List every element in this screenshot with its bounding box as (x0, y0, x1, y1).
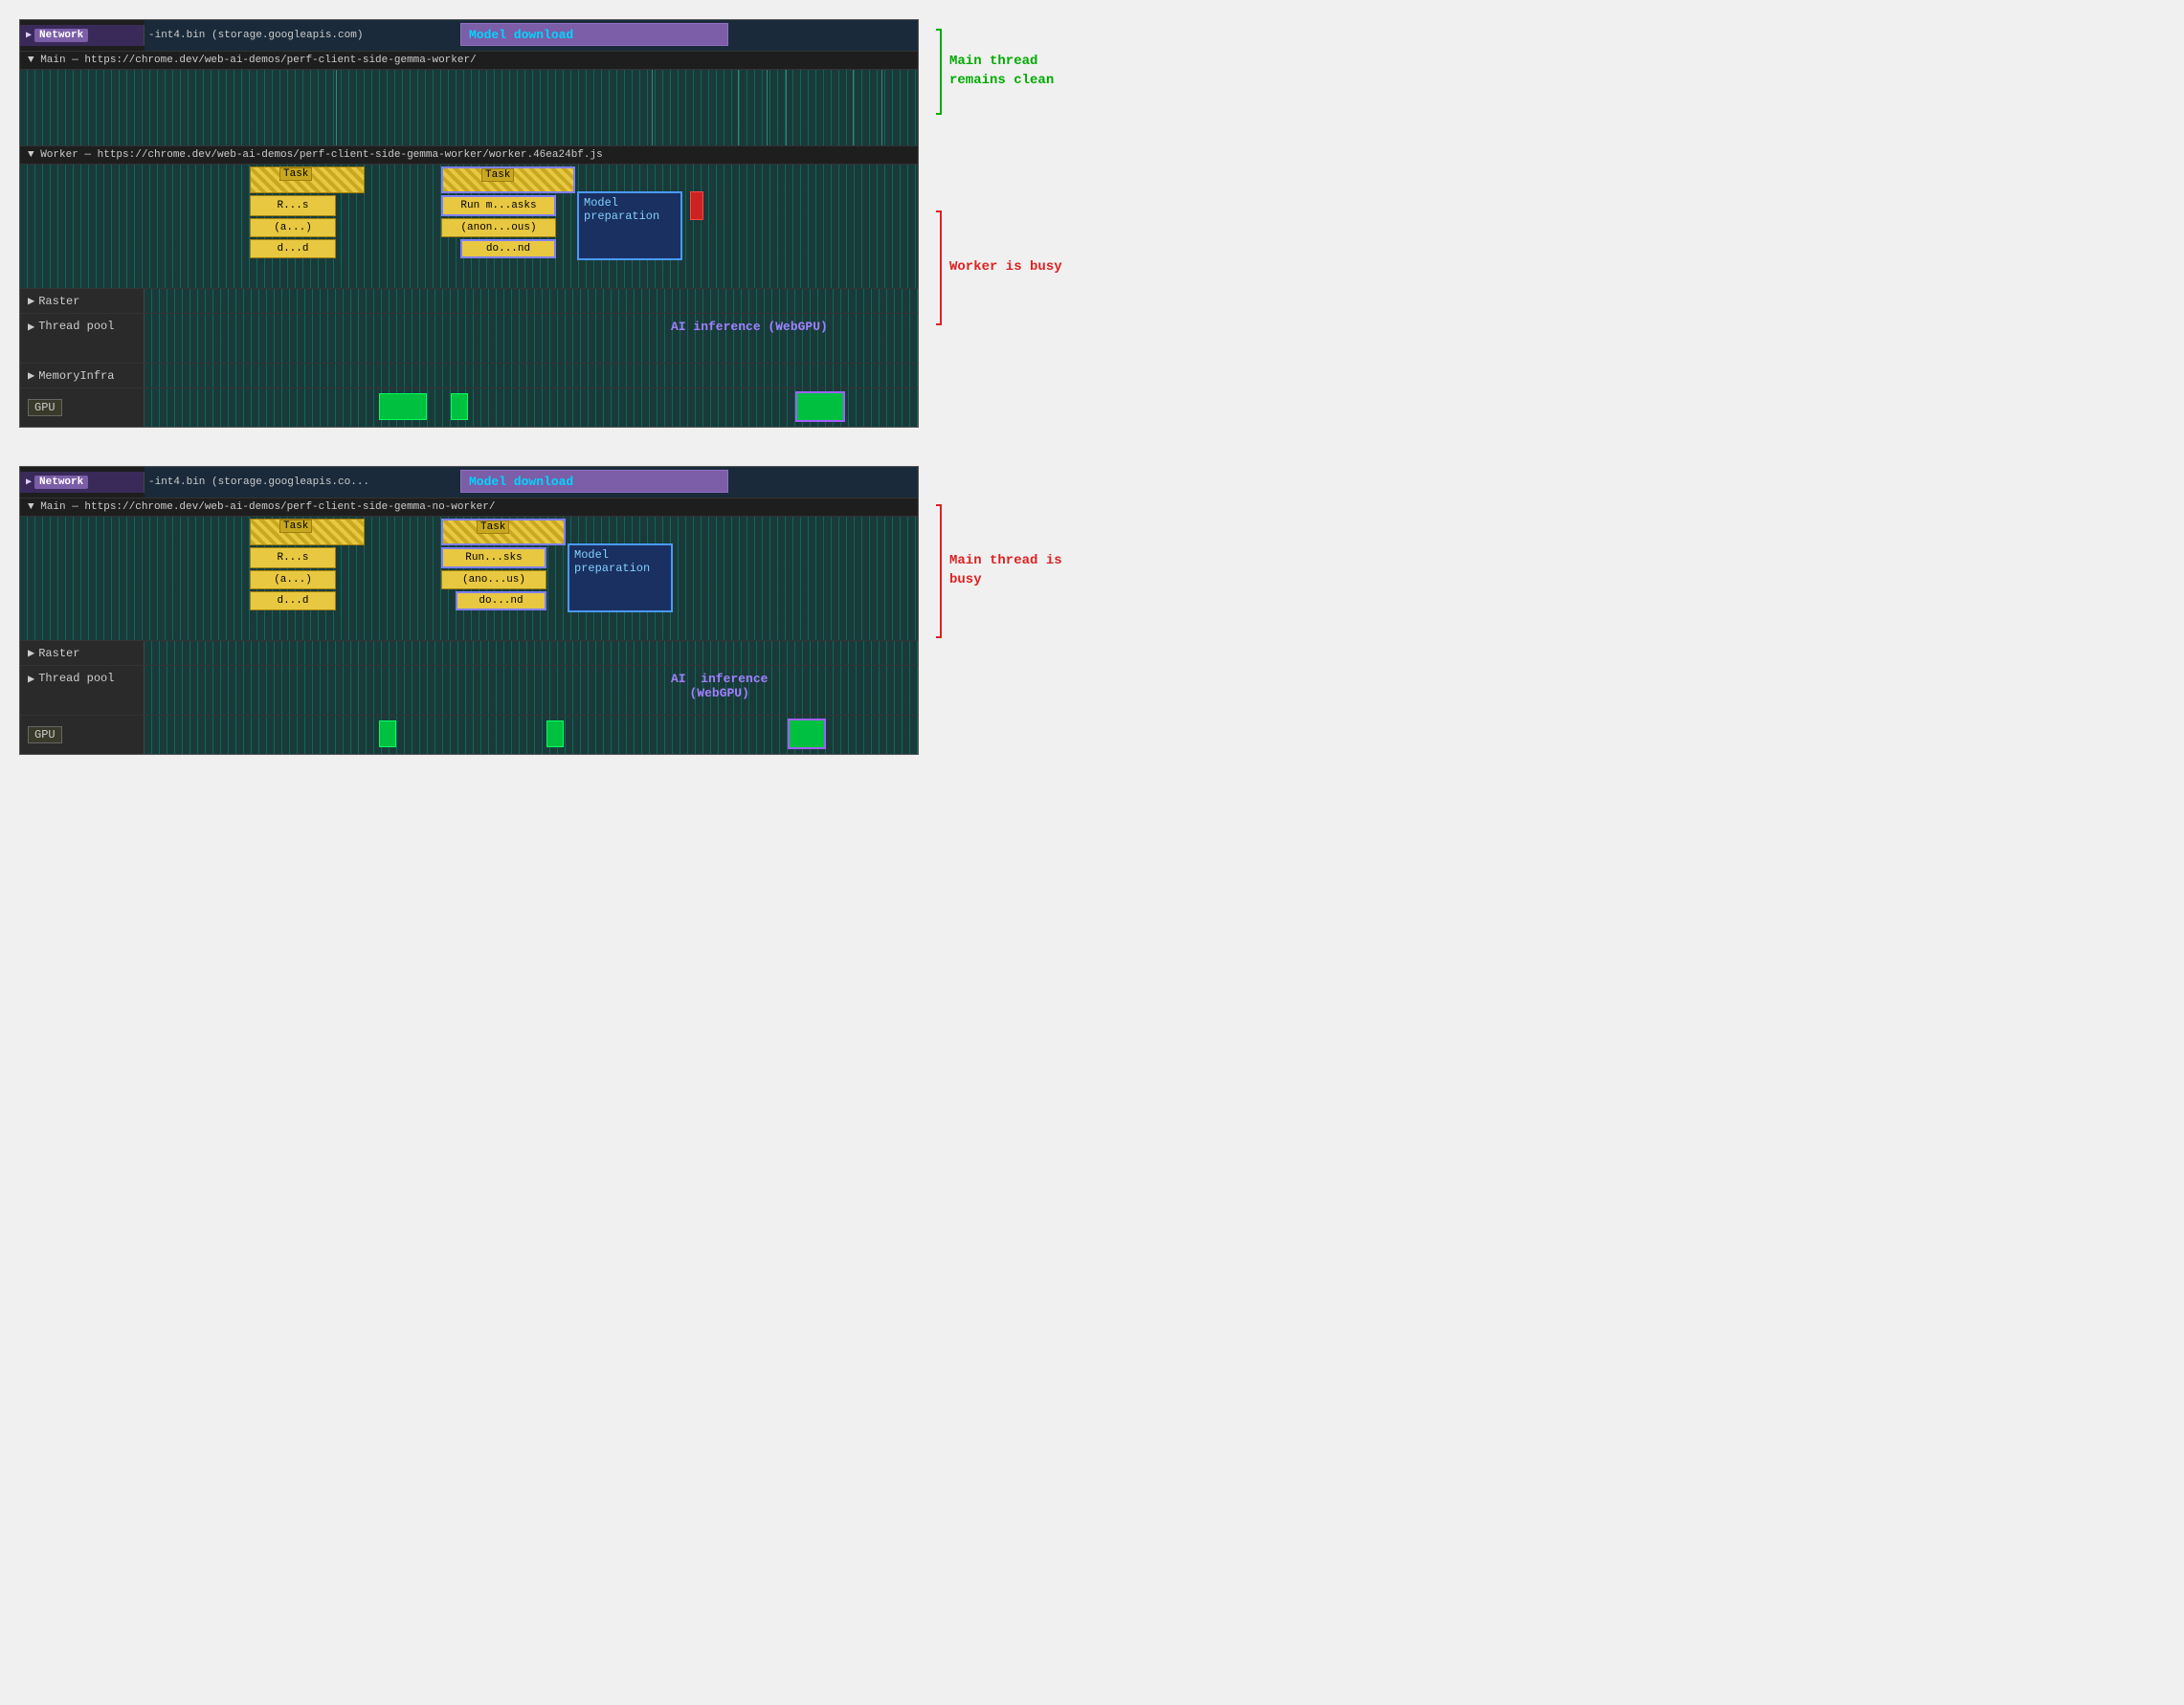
p2-anous: (ano...us) (441, 570, 546, 589)
model-download-label: Model download (469, 28, 573, 42)
model-prep-block: Model preparation (577, 191, 682, 260)
p2-play-icon: ▶ (26, 476, 32, 488)
worker-timeline: Task R...s (a...) d...d Task Run m...ask… (20, 165, 918, 289)
p2-gpu-row: GPU (20, 716, 918, 754)
memory-triangle: ▶ (28, 368, 34, 383)
task1-block: Task (250, 166, 365, 193)
memory-label: MemoryInfra (38, 369, 114, 383)
annotations-panel1: Main thread remains clean Worker is busy (936, 19, 1073, 325)
p2-gpu-label: GPU (28, 726, 62, 743)
p2-task1-label: Task (279, 520, 312, 533)
p2-main-timeline: Task R...s (a...) d...d Task Run...sks (… (20, 517, 918, 641)
play-icon: ▶ (26, 30, 32, 41)
p2-thread-pool-row: ▶ Thread pool AI inference (WebGPU) (20, 666, 918, 716)
anon-ous-block: (anon...ous) (441, 218, 556, 237)
dond-block: do...nd (460, 239, 556, 258)
run-s-block: R...s (250, 195, 336, 216)
p2-raster-triangle: ▶ (28, 646, 34, 660)
memory-infra-row: ▶ MemoryInfra (20, 364, 918, 388)
p2-dond: do...nd (456, 591, 546, 610)
main-thread-annotation: Main thread remains clean (936, 29, 1073, 115)
thread-pool-row: ▶ Thread pool AI inference (WebGPU) (20, 314, 918, 364)
p2-dd: d...d (250, 591, 336, 610)
network-file-label: -int4.bin (storage.googleapis.com) (148, 30, 363, 41)
dd-block: d...d (250, 239, 336, 258)
p2-task2-label: Task (477, 520, 509, 534)
p2-thread-pool-label: Thread pool (38, 672, 114, 685)
anon-block: (a...) (250, 218, 336, 237)
panel1: ▶ Network -int4.bin (storage.googleapis.… (19, 19, 919, 428)
gpu-green2 (451, 393, 468, 420)
p2-gpu-green3 (788, 719, 826, 749)
gpu-green1 (379, 393, 427, 420)
worker-header: ▼ Worker — https://chrome.dev/web-ai-dem… (20, 146, 918, 165)
p2-model-download-label: Model download (469, 475, 573, 489)
worker-busy-label: Worker is busy (949, 258, 1062, 277)
gpu-green3 (795, 391, 845, 422)
task2-block: Task (441, 166, 575, 193)
panel2: ▶ Network -int4.bin (storage.googleapis.… (19, 466, 919, 755)
p2-ai-inference-label: AI inference (WebGPU) (671, 672, 768, 700)
p2-model-download-bar: Model download (460, 470, 728, 493)
p2-main-header: ▼ Main — https://chrome.dev/web-ai-demos… (20, 498, 918, 517)
raster-triangle: ▶ (28, 294, 34, 308)
p2-network-badge: Network (34, 476, 88, 489)
task1-label: Task (279, 167, 312, 181)
p2-network-row: ▶ Network -int4.bin (storage.googleapis.… (20, 467, 918, 498)
p2-gpu-green1 (379, 720, 396, 747)
main-thread-busy-annotation: Main thread is busy (936, 504, 1073, 638)
p2-gpu-green2 (546, 720, 564, 747)
gpu-row: GPU (20, 388, 918, 427)
main-thread-header: ▼ Main — https://chrome.dev/web-ai-demos… (20, 52, 918, 70)
network-badge: Network (34, 29, 88, 42)
p2-run-s: R...s (250, 547, 336, 568)
ai-inference-label1: AI inference (WebGPU) (671, 320, 828, 334)
model-download-bar: Model download (460, 23, 728, 46)
main-thread-clean-label: Main thread remains clean (949, 53, 1073, 90)
p2-thread-pool-triangle: ▶ (28, 672, 34, 686)
run-masks-block: Run m...asks (441, 195, 556, 216)
annotations-panel2: Main thread is busy (936, 466, 1073, 638)
main-thread-busy-label: Main thread is busy (949, 552, 1073, 589)
task2-label: Task (481, 168, 514, 182)
main-thread-timeline (20, 70, 918, 146)
p2-raster-label: Raster (38, 647, 79, 660)
p2-anon: (a...) (250, 570, 336, 589)
p2-network-file-label: -int4.bin (storage.googleapis.co... (148, 476, 369, 488)
network-row: ▶ Network -int4.bin (storage.googleapis.… (20, 20, 918, 52)
p2-raster-row: ▶ Raster (20, 641, 918, 666)
thread-pool-label: Thread pool (38, 320, 114, 333)
thread-pool-triangle: ▶ (28, 320, 34, 334)
worker-annotation: Worker is busy (936, 210, 1073, 325)
raster-row: ▶ Raster (20, 289, 918, 314)
red-bar (690, 191, 703, 220)
p2-task1-block: Task (250, 519, 365, 545)
raster-label: Raster (38, 295, 79, 308)
p2-model-prep: Model preparation (568, 543, 673, 612)
p2-task2-block: Task (441, 519, 566, 545)
p2-run-sks: Run...sks (441, 547, 546, 568)
gpu-label: GPU (28, 399, 62, 416)
